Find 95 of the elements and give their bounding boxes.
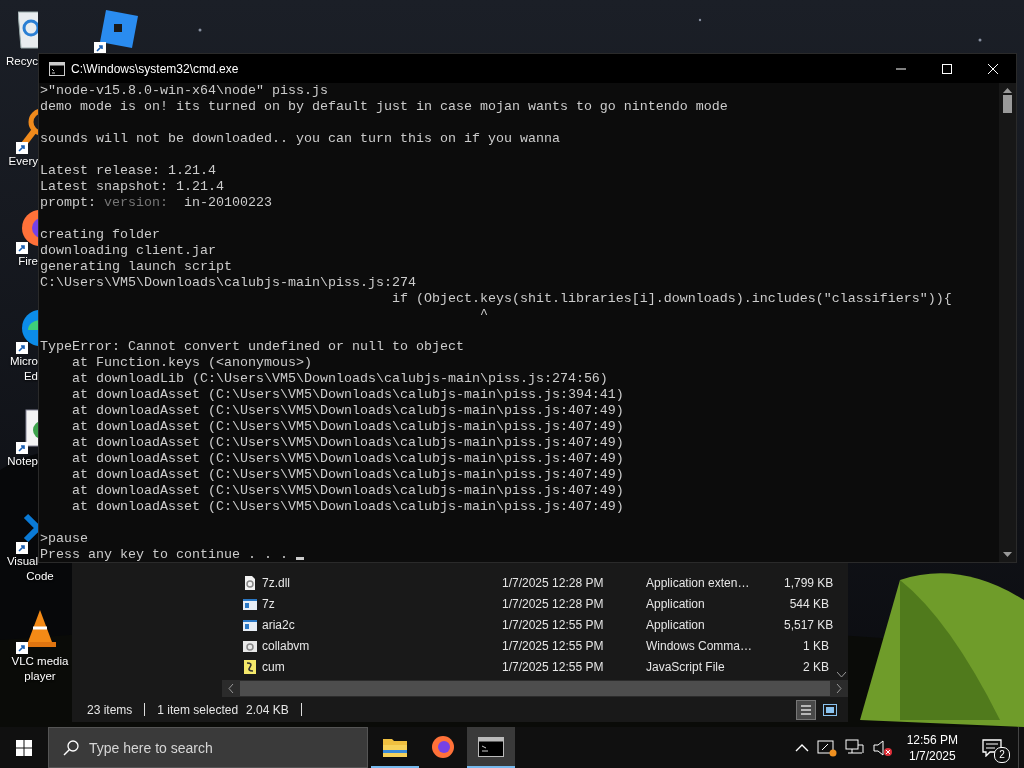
icon-label: Visual — [5, 554, 38, 569]
console-line: at downloadAsset (C:\Users\VM5\Downloads\calubjs-main\piss.js:407:49) — [71, 483, 625, 499]
file-type: Windows Comma… — [646, 638, 754, 653]
file-size: 2 KB — [802, 659, 829, 674]
console-line: sounds will not be downloaded.. you can turn this on if you wanna — [40, 131, 561, 147]
prompt-label: prompt: — [40, 195, 96, 210]
file-name: aria2c — [262, 617, 296, 632]
file-name: 7z.dll — [262, 575, 291, 590]
console-line: >pause — [40, 531, 89, 547]
selection-status: 1 item selected — [157, 702, 239, 717]
console-line: at downloadAsset (C:\Users\VM5\Downloads\calubjs-main\piss.js:394:41) — [71, 387, 625, 403]
icon-label: Notep — [6, 454, 38, 469]
chevron-up-icon[interactable] — [794, 742, 809, 753]
terminal-icon — [478, 736, 504, 757]
scroll-down-icon[interactable] — [836, 672, 846, 678]
icon-label: Recyc — [5, 54, 38, 69]
large-icons-view-icon — [823, 703, 837, 716]
console-line: at downloadAsset (C:\Users\VM5\Downloads\calubjs-main\piss.js:407:49) — [71, 467, 625, 483]
icon-label: Fire — [17, 254, 38, 269]
file-date: 1/7/2025 12:28 PM — [502, 596, 605, 611]
gear-file-icon — [242, 574, 258, 591]
icon-label: Micro — [8, 354, 38, 369]
scroll-left-icon[interactable] — [228, 684, 234, 693]
console-line: generating launch script — [40, 259, 233, 275]
icon-label: player — [24, 669, 56, 684]
file-name: cum — [262, 659, 286, 674]
scrollbar[interactable] — [999, 83, 1016, 562]
maximize-icon — [942, 63, 952, 74]
file-row[interactable]: aria2c 1/7/2025 12:55 PM Application 5,517 KB — [222, 614, 834, 635]
close-icon — [988, 63, 998, 74]
search-icon — [63, 739, 79, 756]
console-line: if (Object.keys(shit.libraries[i].downloads).includes("classifiers")){ — [390, 291, 953, 307]
clock[interactable]: 12:56 PM 1/7/2025 — [900, 731, 964, 764]
file-type: Application — [646, 596, 706, 611]
file-size: 544 KB — [788, 596, 829, 611]
scroll-down-icon[interactable] — [1003, 552, 1012, 558]
icon-label: VLC media — [11, 654, 69, 669]
console-line: Latest snapshot: 1.21.4 — [40, 179, 225, 195]
file-type: Application — [646, 617, 706, 632]
item-count: 23 items — [87, 702, 133, 717]
prompt-value: in-20100223 — [184, 195, 272, 210]
script-file-icon — [242, 658, 258, 675]
icon-label: Code — [26, 569, 54, 584]
console-line: at downloadAsset (C:\Users\VM5\Downloads\calubjs-main\piss.js:407:49) — [71, 435, 625, 451]
console-line: demo mode is on! its turned on by default just in case mojan wants to go nintendo mode — [40, 99, 729, 115]
console-line: at downloadAsset (C:\Users\VM5\Downloads\calubjs-main\piss.js:407:49) — [71, 499, 625, 515]
notification-count: 2 — [994, 747, 1010, 763]
search-field[interactable]: Type here to search — [48, 727, 368, 768]
windows-logo-icon — [16, 739, 32, 756]
console-line: >"node-v15.8.0-win-x64\node" piss.js — [40, 83, 329, 99]
console-line: Press any key to continue . . . — [40, 547, 288, 562]
window-title: C:\Windows\system32\cmd.exe — [71, 61, 240, 76]
file-row[interactable]: cum 1/7/2025 12:55 PM JavaScript File 2 KB — [222, 656, 834, 677]
scroll-right-icon[interactable] — [836, 684, 842, 693]
file-name: collabvm — [262, 638, 311, 653]
file-type: Application exten… — [646, 575, 751, 590]
console-line: at downloadLib (C:\Users\VM5\Downloads\calubjs-main\piss.js:274:56) — [71, 371, 609, 387]
console-line: Latest release: 1.21.4 — [40, 163, 217, 179]
notifications-button[interactable]: 2 — [972, 727, 1012, 768]
details-view-icon — [800, 703, 812, 716]
file-row[interactable]: 7z.dll 1/7/2025 12:28 PM Application exten… 1,799 KB — [222, 572, 834, 593]
muted-speaker-icon[interactable] — [872, 738, 893, 757]
file-name: 7z — [262, 596, 276, 611]
file-row[interactable]: 7z 1/7/2025 12:28 PM Application 544 KB — [222, 593, 834, 614]
text-cursor — [295, 557, 304, 560]
console-line: TypeError: Cannot convert undefined or null to object — [40, 339, 465, 355]
console-line: C:\Users\VM5\Downloads\calubjs-main\piss.js:274 — [40, 275, 417, 291]
console-line: at downloadAsset (C:\Users\VM5\Downloads\calubjs-main\piss.js:407:49) — [71, 403, 625, 419]
file-date: 1/7/2025 12:28 PM — [502, 575, 605, 590]
horizontal-scrollbar[interactable] — [222, 680, 848, 697]
console-line: ^ — [478, 307, 489, 323]
console-line: at Function.keys (<anonymous>) — [71, 355, 313, 371]
console-line: at downloadAsset (C:\Users\VM5\Downloads\calubjs-main\piss.js:407:49) — [71, 451, 625, 467]
file-row[interactable]: collabvm 1/7/2025 12:55 PM Windows Comma… 1 KB — [222, 635, 834, 656]
file-type: JavaScript File — [646, 659, 726, 674]
console-line: downloading client.jar — [40, 243, 217, 259]
icon-label: Every — [7, 154, 38, 169]
folder-icon — [383, 736, 407, 757]
file-size: 1 KB — [802, 638, 829, 653]
scroll-up-icon[interactable] — [1003, 87, 1012, 93]
scrollbar-thumb[interactable] — [1003, 95, 1012, 113]
network-icon[interactable] — [844, 738, 865, 757]
console-line: creating folder — [40, 227, 161, 243]
pen-screen-icon[interactable] — [816, 738, 837, 757]
console-line: at downloadAsset (C:\Users\VM5\Downloads\calubjs-main\piss.js:407:49) — [71, 419, 625, 435]
prompt-hint: version: — [104, 195, 168, 210]
file-date: 1/7/2025 12:55 PM — [502, 617, 605, 632]
icon-label: Ed — [22, 369, 38, 384]
file-date: 1/7/2025 12:55 PM — [502, 659, 605, 674]
selection-size: 2.04 KB — [246, 702, 289, 717]
view-button[interactable] — [796, 699, 816, 720]
file-date: 1/7/2025 12:55 PM — [502, 638, 605, 653]
firefox-icon — [431, 734, 455, 759]
terminal-icon — [49, 61, 65, 76]
taskbar-app-button[interactable] — [467, 727, 515, 768]
